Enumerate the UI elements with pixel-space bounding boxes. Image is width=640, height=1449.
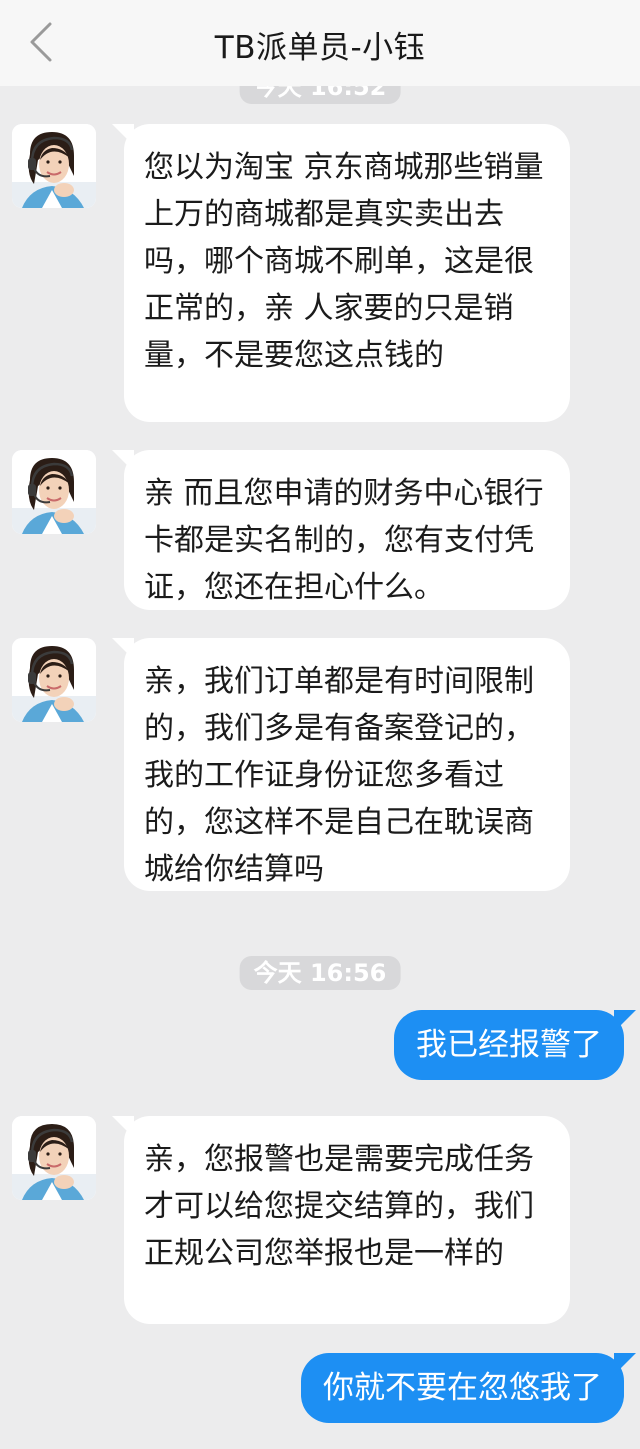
agent-avatar[interactable] <box>12 450 96 534</box>
agent-avatar[interactable] <box>12 124 96 208</box>
message-bubble-received[interactable]: 亲 而且您申请的财务中心银行卡都是实名制的，您有支付凭证，您还在担心什么。 <box>112 450 570 610</box>
agent-avatar[interactable] <box>12 638 96 722</box>
message-bubble-sent[interactable]: 我已经报警了 <box>394 1010 636 1080</box>
message-bubble-received[interactable]: 您以为淘宝 京东商城那些销量上万的商城都是真实卖出去吗，哪个商城不刷单，这是很正… <box>112 124 570 422</box>
chat-header: TB派单员-小钰 <box>0 0 640 86</box>
customer-service-headset-icon <box>12 638 96 722</box>
agent-avatar[interactable] <box>12 1116 96 1200</box>
message-bubble-received[interactable]: 亲，我们订单都是有时间限制的，我们多是有备案登记的，我的工作证身份证您多看过的，… <box>112 638 570 891</box>
customer-service-headset-icon <box>12 450 96 534</box>
customer-service-headset-icon <box>12 1116 96 1200</box>
chat-title: TB派单员-小钰 <box>214 30 426 66</box>
message-bubble-received[interactable]: 亲，您报警也是需要完成任务才可以给您提交结算的，我们正规公司您举报也是一样的 <box>112 1116 570 1324</box>
customer-service-headset-icon <box>12 124 96 208</box>
message-bubble-sent[interactable]: 你就不要在忽悠我了 <box>301 1353 636 1423</box>
timestamp-chip: 今天 16:56 <box>239 956 401 990</box>
